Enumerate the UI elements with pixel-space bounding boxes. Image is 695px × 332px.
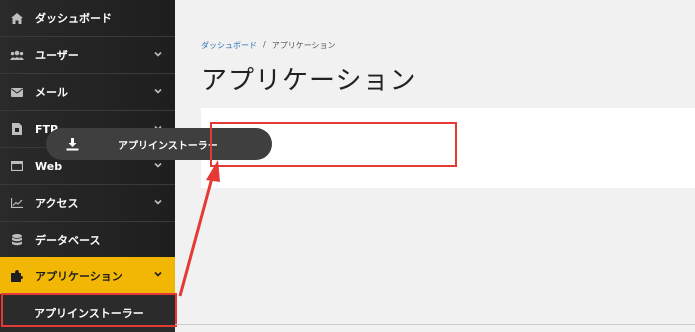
breadcrumb-dashboard-link[interactable]: ダッシュボード (201, 40, 257, 51)
sidebar-item-applications[interactable]: アプリケーション (0, 257, 175, 294)
sidebar-item-label: ユーザー (35, 49, 79, 62)
users-icon (10, 50, 24, 60)
puzzle-icon (10, 269, 24, 282)
sidebar-item-label: アプリケーション (35, 269, 123, 283)
breadcrumb: ダッシュボード / アプリケーション (201, 40, 336, 51)
sidebar-item-database[interactable]: データベース (0, 222, 175, 259)
highlight-box-sidebar-subitem (1, 293, 177, 327)
sidebar-item-label: メール (35, 86, 68, 99)
divider (175, 324, 695, 325)
sidebar-item-access[interactable]: アクセス (0, 185, 175, 222)
highlight-box-installer-button (210, 122, 457, 167)
page-title: アプリケーション (201, 66, 417, 96)
download-icon (66, 137, 80, 151)
window-icon (10, 161, 24, 171)
sidebar-item-mail[interactable]: メール (0, 74, 175, 111)
sidebar-item-label: データベース (35, 234, 101, 247)
chevron-down-icon (154, 88, 162, 94)
chevron-down-icon (154, 51, 162, 57)
sidebar-item-label: Web (35, 159, 63, 173)
sidebar-item-users[interactable]: ユーザー (0, 37, 175, 74)
sidebar-item-label: ダッシュボード (35, 12, 112, 25)
sidebar: ダッシュボード ユーザー メール FTP Web アクセス データベース アプリ… (0, 0, 175, 332)
chart-icon (10, 198, 24, 208)
database-icon (10, 234, 24, 246)
app-installer-button-label: アプリインストーラー (118, 140, 218, 152)
file-icon (10, 123, 24, 135)
chevron-down-icon (154, 199, 162, 205)
chevron-down-icon (154, 162, 162, 168)
mail-icon (10, 87, 24, 97)
home-icon (10, 12, 24, 24)
chevron-down-icon (154, 271, 162, 277)
breadcrumb-separator: / (263, 40, 266, 49)
sidebar-item-label: アクセス (35, 197, 79, 210)
sidebar-item-dashboard[interactable]: ダッシュボード (0, 0, 175, 37)
breadcrumb-current: アプリケーション (271, 41, 336, 50)
